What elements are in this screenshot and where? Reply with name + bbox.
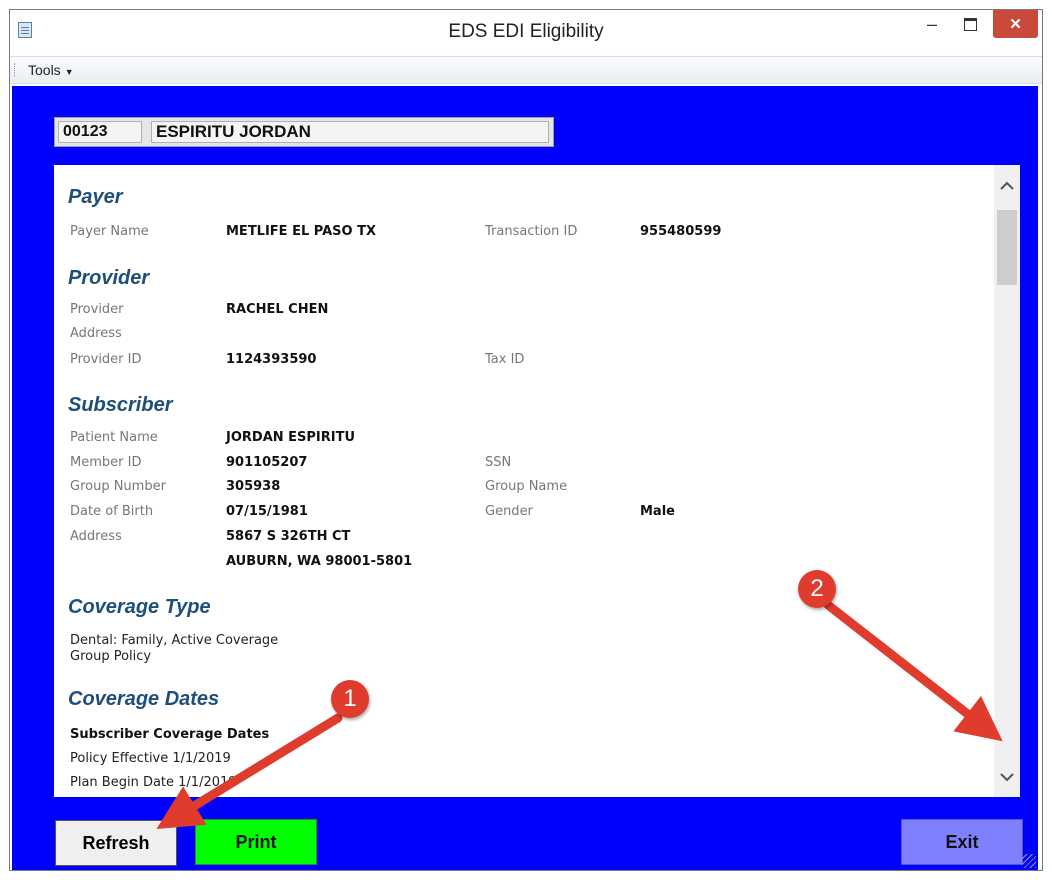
- coverage-type-line-2: Group Policy: [70, 649, 152, 664]
- policy-effective-text: Policy Effective 1/1/2019: [70, 751, 231, 766]
- tax-id-label: Tax ID: [485, 352, 525, 367]
- address-line-2: AUBURN, WA 98001-5801: [226, 554, 413, 569]
- gender-label: Gender: [485, 504, 533, 519]
- patient-header: 00123 ESPIRITU JORDAN: [54, 117, 554, 147]
- provider-address-label: Address: [70, 326, 122, 341]
- dob-value: 07/15/1981: [226, 504, 308, 519]
- menu-tools-label: Tools: [28, 62, 61, 78]
- maximize-button[interactable]: [956, 10, 984, 38]
- subscriber-coverage-dates-label: Subscriber Coverage Dates: [70, 727, 270, 742]
- coverage-type-heading: Coverage Type: [68, 596, 211, 618]
- transaction-id-value: 955480599: [640, 224, 722, 239]
- exit-button[interactable]: Exit: [901, 819, 1023, 865]
- annotation-marker-2: 2: [798, 570, 836, 608]
- patient-name-value: JORDAN ESPIRITU: [226, 430, 356, 445]
- member-id-value: 901105207: [226, 455, 308, 470]
- provider-heading: Provider: [68, 267, 150, 289]
- menu-bar: Tools ▼: [10, 56, 1042, 84]
- gender-value: Male: [640, 504, 675, 519]
- payer-heading: Payer: [68, 186, 123, 208]
- ssn-label: SSN: [485, 455, 512, 470]
- address-line-1: 5867 S 326TH CT: [226, 529, 351, 544]
- vertical-scrollbar[interactable]: [994, 165, 1020, 797]
- toolbar-grip-icon: [14, 63, 17, 77]
- member-id-label: Member ID: [70, 455, 142, 470]
- dob-label: Date of Birth: [70, 504, 154, 519]
- patient-name-field: ESPIRITU JORDAN: [151, 121, 549, 143]
- provider-label: Provider: [70, 302, 124, 317]
- chevron-down-icon: ▼: [64, 67, 74, 77]
- payer-name-label: Payer Name: [70, 224, 149, 239]
- group-number-value: 305938: [226, 479, 281, 494]
- plan-begin-date-text: Plan Begin Date 1/1/2019: [70, 775, 237, 790]
- provider-value: RACHEL CHEN: [226, 302, 329, 317]
- patient-name-label: Patient Name: [70, 430, 158, 445]
- coverage-dates-heading: Coverage Dates: [68, 688, 220, 710]
- window-title: EDS EDI Eligibility: [448, 21, 604, 42]
- maximize-icon: [963, 17, 977, 31]
- menu-tools[interactable]: Tools ▼: [28, 62, 74, 78]
- scroll-thumb[interactable]: [997, 210, 1017, 285]
- provider-id-label: Provider ID: [70, 352, 142, 367]
- refresh-button[interactable]: Refresh: [55, 820, 177, 866]
- eligibility-panel: Payer Payer Name METLIFE EL PASO TX Tran…: [54, 165, 1020, 797]
- scroll-up-icon[interactable]: [994, 165, 1020, 205]
- subscriber-address-label: Address: [70, 529, 122, 544]
- minimize-button[interactable]: –: [918, 10, 946, 38]
- eligibility-content: Payer Payer Name METLIFE EL PASO TX Tran…: [54, 165, 994, 797]
- title-bar[interactable]: EDS EDI Eligibility – ✕: [10, 10, 1042, 52]
- group-number-label: Group Number: [70, 479, 166, 494]
- close-button[interactable]: ✕: [993, 10, 1038, 38]
- transaction-id-label: Transaction ID: [485, 224, 578, 239]
- account-number-field: 00123: [58, 121, 142, 143]
- app-window: EDS EDI Eligibility – ✕ Tools ▼ 00123 ESP…: [9, 9, 1043, 871]
- scroll-down-icon[interactable]: [994, 757, 1020, 797]
- annotation-marker-1: 1: [331, 680, 369, 718]
- resize-grip-icon[interactable]: [1022, 854, 1036, 868]
- provider-id-value: 1124393590: [226, 352, 317, 367]
- subscriber-heading: Subscriber: [68, 394, 173, 416]
- coverage-type-line-1: Dental: Family, Active Coverage: [70, 633, 279, 648]
- main-area: 00123 ESPIRITU JORDAN Payer Payer Name M…: [12, 86, 1038, 870]
- group-name-label: Group Name: [485, 479, 568, 494]
- print-button[interactable]: Print: [195, 819, 317, 865]
- payer-name-value: METLIFE EL PASO TX: [226, 224, 377, 239]
